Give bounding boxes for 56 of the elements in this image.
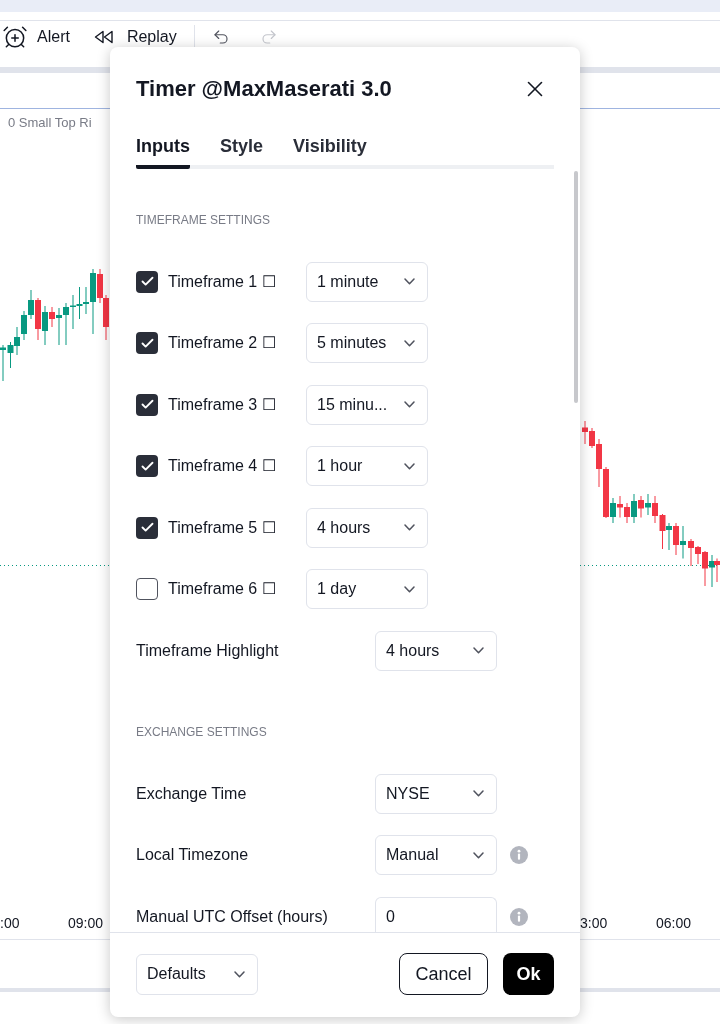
option-label: Timeframe 5 ☐ bbox=[168, 517, 277, 538]
checkbox[interactable] bbox=[136, 270, 158, 293]
timeframe-select[interactable]: 4 hours bbox=[306, 507, 428, 548]
chevron-down-icon bbox=[473, 851, 484, 859]
option-label: Exchange Time bbox=[136, 783, 248, 804]
time-axis-label: 06:00 bbox=[656, 913, 692, 933]
chevron-down-icon bbox=[404, 278, 415, 286]
undo-icon[interactable] bbox=[211, 28, 230, 46]
option-label: Manual UTC Offset (hours) bbox=[136, 906, 329, 927]
alarm-clock-plus-icon bbox=[2, 24, 28, 50]
tab[interactable]: Inputs bbox=[136, 133, 190, 169]
replay-button[interactable]: Replay bbox=[93, 29, 177, 45]
time-axis-label: 09:00 bbox=[68, 913, 104, 933]
chevron-down-icon bbox=[404, 401, 415, 409]
ok-button[interactable]: Ok bbox=[503, 953, 554, 995]
option-label: Timeframe 1 ☐ bbox=[168, 271, 277, 292]
option-label: Local Timezone bbox=[136, 845, 250, 866]
checkbox[interactable] bbox=[136, 393, 158, 416]
chevron-down-icon bbox=[404, 524, 415, 532]
option-label: Timeframe 4 ☐ bbox=[168, 456, 277, 477]
rewind-icon bbox=[93, 29, 114, 45]
dropdown-select[interactable]: 4 hours bbox=[375, 630, 497, 671]
section-heading: EXCHANGE SETTINGS bbox=[136, 723, 267, 740]
defaults-select[interactable]: Defaults bbox=[136, 953, 258, 995]
tab[interactable]: Visibility bbox=[293, 133, 367, 169]
chevron-down-icon bbox=[473, 790, 484, 798]
checkbox[interactable] bbox=[136, 516, 158, 539]
scrollbar-thumb[interactable] bbox=[574, 170, 578, 403]
time-axis-label: :00 bbox=[0, 913, 20, 933]
alert-button[interactable]: Alert bbox=[2, 24, 70, 50]
timeframe-select[interactable]: 15 minu... bbox=[306, 384, 428, 425]
tab[interactable]: Style bbox=[220, 133, 264, 169]
option-label: Timeframe Highlight bbox=[136, 640, 280, 661]
chevron-down-icon bbox=[234, 970, 245, 978]
section-heading: TIMEFRAME SETTINGS bbox=[136, 211, 270, 228]
chevron-down-icon bbox=[404, 339, 415, 347]
option-label: Timeframe 6 ☐ bbox=[168, 579, 277, 600]
timeframe-select[interactable]: 1 minute bbox=[306, 261, 428, 302]
timeframe-select[interactable]: 5 minutes bbox=[306, 323, 428, 364]
timeframe-select[interactable]: 1 day bbox=[306, 569, 428, 610]
cancel-button[interactable]: Cancel bbox=[399, 953, 488, 995]
option-label: Timeframe 2 ☐ bbox=[168, 333, 277, 354]
dropdown-select[interactable]: Manual bbox=[375, 835, 497, 876]
number-input[interactable]: 0 bbox=[375, 896, 497, 932]
time-axis-label: 3:00 bbox=[580, 913, 608, 933]
timeframe-select[interactable]: 1 hour bbox=[306, 446, 428, 487]
checkbox[interactable] bbox=[136, 332, 158, 355]
chevron-down-icon bbox=[404, 585, 415, 593]
indicator-legend: 0 Small Top Ri bbox=[8, 112, 92, 133]
option-label: Timeframe 3 ☐ bbox=[168, 394, 277, 415]
chevron-down-icon bbox=[473, 647, 484, 655]
chevron-down-icon bbox=[404, 462, 415, 470]
checkbox[interactable] bbox=[136, 455, 158, 478]
checkbox[interactable] bbox=[136, 578, 158, 601]
dialog-title: Timer @MaxMaserati 3.0 bbox=[136, 74, 392, 103]
dropdown-select[interactable]: NYSE bbox=[375, 773, 497, 814]
